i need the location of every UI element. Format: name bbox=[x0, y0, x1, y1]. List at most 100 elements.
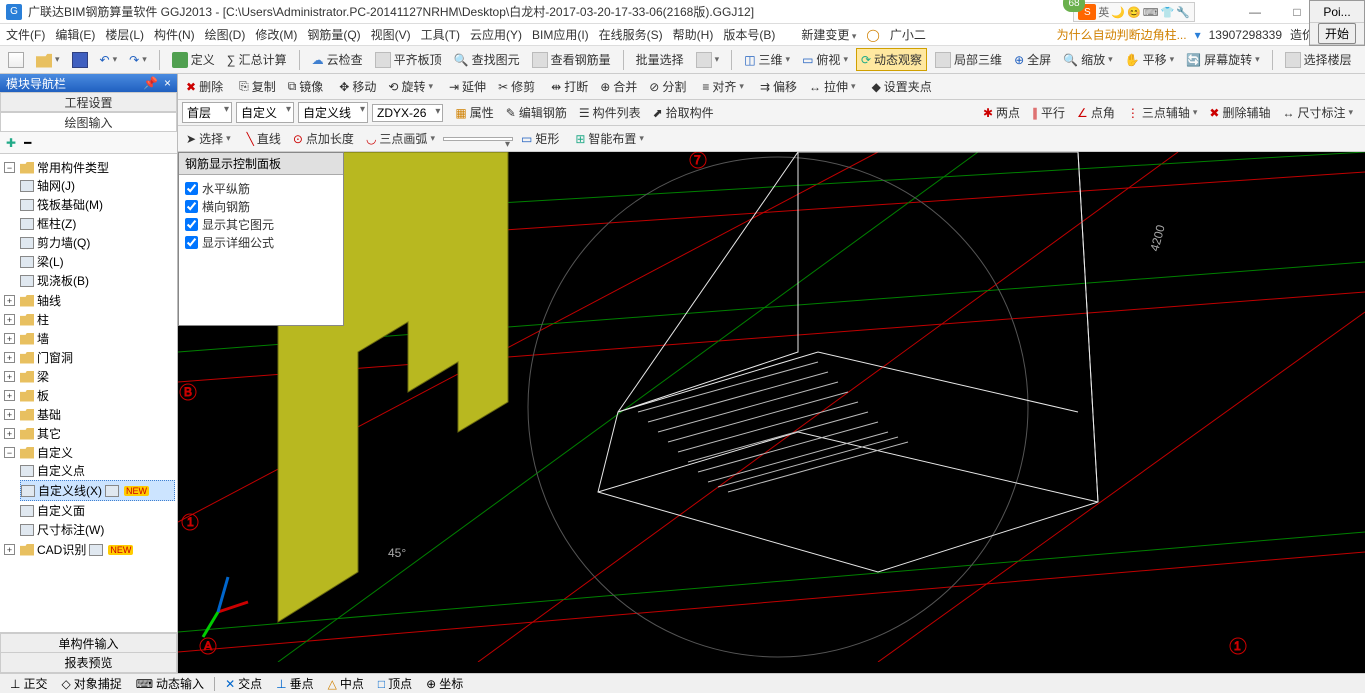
ime-icon-moon[interactable]: 🌙 bbox=[1111, 6, 1125, 19]
menu-modify[interactable]: 修改(M) bbox=[255, 26, 297, 43]
sb-intersection[interactable]: ✕交点 bbox=[221, 675, 266, 692]
new-button[interactable] bbox=[4, 50, 28, 70]
smart-layout-button[interactable]: ⊞智能布置 bbox=[571, 128, 648, 149]
redo-button[interactable]: ↷ bbox=[125, 51, 151, 69]
menu-online[interactable]: 在线服务(S) bbox=[599, 26, 663, 43]
3d-button[interactable]: ◫三维 bbox=[740, 49, 794, 70]
ime-lang[interactable]: 英 bbox=[1098, 4, 1109, 20]
save-button[interactable] bbox=[68, 50, 92, 70]
menu-cloud[interactable]: 云应用(Y) bbox=[470, 26, 522, 43]
menu-view[interactable]: 视图(V) bbox=[371, 26, 411, 43]
select-floor-button[interactable]: 选择楼层 bbox=[1281, 49, 1356, 70]
comp-list-button[interactable]: ☰构件列表 bbox=[575, 102, 645, 123]
sb-coord[interactable]: ⊕坐标 bbox=[422, 675, 467, 692]
local-3d-button[interactable]: 局部三维 bbox=[931, 49, 1006, 70]
menu-version[interactable]: 版本号(B) bbox=[723, 26, 775, 43]
ime-icon-face[interactable]: 😊 bbox=[1127, 6, 1141, 19]
tree-collapse-icon[interactable]: − bbox=[4, 447, 15, 458]
pan-button[interactable]: ✋平移 bbox=[1121, 49, 1179, 70]
line-button[interactable]: ╲直线 bbox=[243, 128, 285, 149]
sb-osnap[interactable]: ◇对象捕捉 bbox=[57, 675, 125, 692]
component-tree[interactable]: −常用构件类型 轴网(J) 筏板基础(M) 框柱(Z) 剪力墙(Q) 梁(L) … bbox=[0, 154, 177, 632]
check-detail[interactable]: 显示详细公式 bbox=[185, 234, 337, 251]
sidebar-close-icon[interactable]: × bbox=[164, 76, 171, 90]
tab-report-preview[interactable]: 报表预览 bbox=[0, 653, 177, 673]
new-change-button[interactable]: 新建变更 bbox=[801, 26, 856, 43]
batch-dropdown[interactable] bbox=[692, 50, 724, 70]
sb-ortho[interactable]: ⊥正交 bbox=[6, 675, 51, 692]
view-rebar-button[interactable]: 查看钢筋量 bbox=[528, 49, 615, 70]
tab-draw-input[interactable]: 绘图输入 bbox=[0, 112, 177, 132]
two-point-button[interactable]: ✱两点 bbox=[979, 102, 1024, 123]
open-button[interactable] bbox=[32, 50, 64, 70]
pt-len-button[interactable]: ⊙点加长度 bbox=[289, 128, 358, 149]
copy-button[interactable]: ⎘复制 bbox=[235, 76, 280, 97]
menu-edit[interactable]: 编辑(E) bbox=[55, 26, 95, 43]
batch-select-button[interactable]: 批量选择 bbox=[632, 49, 688, 70]
parallel-button[interactable]: ∥平行 bbox=[1028, 102, 1069, 123]
phone-number[interactable]: 13907298339 bbox=[1209, 28, 1282, 42]
offset-button[interactable]: ⇉偏移 bbox=[756, 76, 801, 97]
menu-help[interactable]: 帮助(H) bbox=[673, 26, 714, 43]
rect-button[interactable]: ▭矩形 bbox=[517, 128, 563, 149]
ime-bar[interactable]: S 英 🌙 😊 ⌨ 👕 🔧 bbox=[1073, 2, 1195, 22]
tree-expand-icon[interactable]: + bbox=[4, 390, 15, 401]
select-button[interactable]: ➤选择 bbox=[182, 128, 235, 149]
tree-collapse-icon[interactable]: − bbox=[4, 162, 15, 173]
rotate-button[interactable]: ⟲旋转 bbox=[384, 76, 437, 97]
pick-comp-button[interactable]: ⬈拾取构件 bbox=[649, 102, 718, 123]
tree-expand-icon[interactable]: + bbox=[4, 295, 15, 306]
menu-file[interactable]: 文件(F) bbox=[6, 26, 45, 43]
check-other-ele[interactable]: 显示其它图元 bbox=[185, 216, 337, 233]
check-v-rebar[interactable]: 横向钢筋 bbox=[185, 198, 337, 215]
menu-draw[interactable]: 绘图(D) bbox=[205, 26, 246, 43]
move-button[interactable]: ✥移动 bbox=[335, 76, 380, 97]
align-button[interactable]: ≡对齐 bbox=[698, 76, 748, 97]
zoom-button[interactable]: 🔍缩放 bbox=[1059, 49, 1117, 70]
pin-icon[interactable]: 📌 bbox=[143, 76, 158, 90]
del-axis-button[interactable]: ✖删除辅轴 bbox=[1205, 102, 1274, 123]
user-name[interactable]: 广小二 bbox=[890, 26, 926, 43]
extend-button[interactable]: ⇥延伸 bbox=[445, 76, 490, 97]
merge-button[interactable]: ⊕合并 bbox=[596, 76, 641, 97]
tree-selected-item[interactable]: 自定义线(X)NEW bbox=[20, 480, 175, 501]
dynamic-view-button[interactable]: ⟳动态观察 bbox=[856, 48, 927, 71]
trim-button[interactable]: ✂修剪 bbox=[494, 76, 539, 97]
cloud-check-button[interactable]: ☁云检查 bbox=[308, 49, 367, 70]
menu-component[interactable]: 构件(N) bbox=[154, 26, 195, 43]
sb-midpoint[interactable]: △中点 bbox=[324, 675, 368, 692]
roof-button[interactable]: 平齐板顶 bbox=[371, 49, 446, 70]
code-combo[interactable]: ZDYX-26 bbox=[372, 104, 443, 122]
arc3-button[interactable]: ◡三点画弧 bbox=[362, 128, 439, 149]
tab-project-settings[interactable]: 工程设置 bbox=[0, 92, 177, 112]
check-h-rebar[interactable]: 水平纵筋 bbox=[185, 180, 337, 197]
fullscreen-button[interactable]: ⊕全屏 bbox=[1010, 49, 1055, 70]
dim-button[interactable]: ↔尺寸标注 bbox=[1278, 102, 1357, 123]
tree-expand-icon[interactable]: + bbox=[4, 409, 15, 420]
minimize-button[interactable]: — bbox=[1235, 2, 1275, 22]
type-combo[interactable]: 自定义线 bbox=[298, 102, 368, 123]
tree-expand-icon[interactable]: + bbox=[4, 544, 15, 555]
undo-button[interactable]: ↶ bbox=[96, 51, 122, 69]
tree-expand-icon[interactable]: + bbox=[4, 314, 15, 325]
ime-icon-shirt[interactable]: 👕 bbox=[1161, 6, 1175, 19]
floor-combo[interactable]: 首层 bbox=[182, 102, 232, 123]
point-angle-button[interactable]: ∠点角 bbox=[1073, 102, 1119, 123]
delete-button[interactable]: ✖删除 bbox=[182, 76, 227, 97]
three-pt-axis-button[interactable]: ⋮三点辅轴 bbox=[1123, 102, 1202, 123]
break-button[interactable]: ⇹打断 bbox=[547, 76, 592, 97]
viewport-3d[interactable]: 45° 4200 7 B 1 A 1 钢筋显示控制面板 bbox=[178, 152, 1365, 673]
edit-rebar-button[interactable]: ✎编辑钢筋 bbox=[502, 102, 571, 123]
plus-icon[interactable]: ✚ bbox=[6, 136, 16, 150]
tree-expand-icon[interactable]: + bbox=[4, 428, 15, 439]
find-element-button[interactable]: 🔍查找图元 bbox=[450, 49, 524, 70]
category-combo[interactable]: 自定义 bbox=[236, 102, 294, 123]
sb-perpendicular[interactable]: ⊥垂点 bbox=[272, 675, 317, 692]
menu-tools[interactable]: 工具(T) bbox=[421, 26, 460, 43]
overlook-button[interactable]: ▭俯视 bbox=[798, 49, 852, 70]
pinch-button[interactable]: ◆设置夹点 bbox=[868, 76, 936, 97]
tree-expand-icon[interactable]: + bbox=[4, 352, 15, 363]
split-button[interactable]: ⊘分割 bbox=[645, 76, 690, 97]
menu-bim[interactable]: BIM应用(I) bbox=[532, 26, 589, 43]
sum-calc-button[interactable]: ∑ 汇总计算 bbox=[223, 49, 291, 70]
